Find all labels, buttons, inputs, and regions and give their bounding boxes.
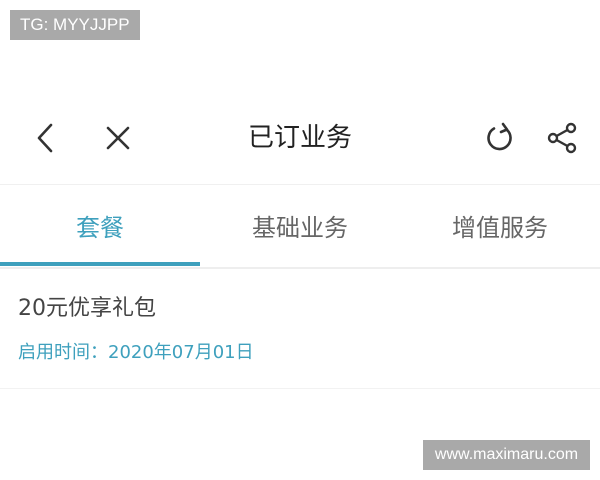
share-icon[interactable] xyxy=(544,120,580,156)
tab-bar-border xyxy=(0,267,600,269)
tab-package[interactable]: 套餐 xyxy=(0,196,200,268)
navbar: 已订业务 xyxy=(0,106,600,170)
package-start-date: 启用时间：2020年07月01日 xyxy=(18,342,254,363)
refresh-icon[interactable] xyxy=(482,120,518,156)
tab-basic-services[interactable]: 基础业务 xyxy=(200,196,400,268)
navbar-divider xyxy=(0,184,600,185)
package-name: 20元优享礼包 xyxy=(18,296,156,321)
tab-bar: 套餐 基础业务 增值服务 xyxy=(0,196,600,268)
tab-value-added-services[interactable]: 增值服务 xyxy=(400,196,600,268)
watermark-bottom: www.maximaru.com xyxy=(423,440,590,470)
package-list-item[interactable]: 20元优享礼包 启用时间：2020年07月01日 xyxy=(0,270,600,389)
watermark-top: TG: MYYJJPP xyxy=(10,10,140,40)
